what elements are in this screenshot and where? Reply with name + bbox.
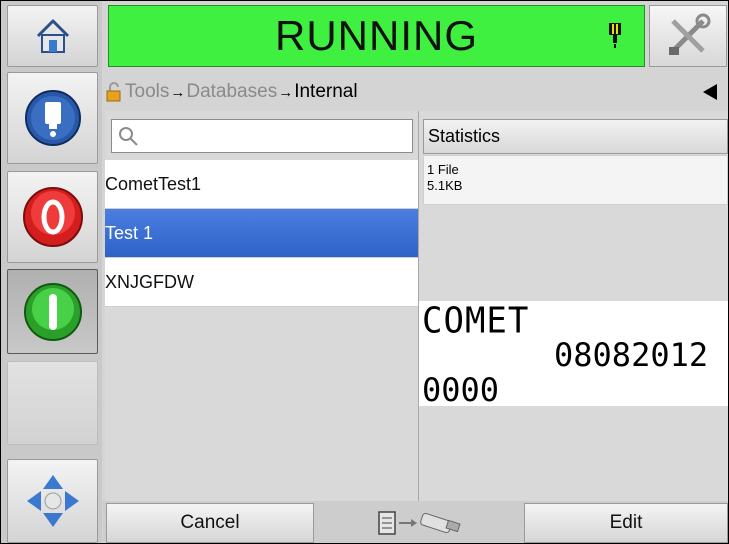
tools-button[interactable] — [649, 5, 727, 67]
lock-icon — [106, 82, 121, 102]
file-name: XNJGFDW — [105, 272, 194, 292]
database-to-usb-icon — [378, 511, 461, 535]
navigation-arrows-icon — [26, 475, 79, 527]
breadcrumb-separator: → — [170, 83, 186, 101]
file-list: CometTest1 Test 1 XNJGFDW — [105, 160, 418, 307]
tools-icon — [669, 13, 711, 55]
statistics-title: Statistics — [428, 126, 501, 146]
statistics-header: Statistics — [423, 119, 728, 154]
file-item-comettest1[interactable]: CometTest1 — [105, 160, 418, 209]
file-name: Test 1 — [105, 223, 154, 243]
search-input[interactable] — [111, 119, 413, 153]
edit-button[interactable]: Edit — [524, 503, 728, 543]
preview-line-1: COMET — [422, 300, 530, 342]
start-icon — [23, 282, 82, 341]
left-sidebar — [1, 1, 102, 543]
stop-icon — [22, 187, 83, 247]
breadcrumb-tools[interactable]: Tools — [125, 81, 169, 103]
cancel-button[interactable]: Cancel — [106, 503, 314, 543]
breadcrumb: Tools → Databases → Internal — [105, 77, 725, 107]
transfer-button[interactable] — [316, 503, 524, 543]
status-bar[interactable]: RUNNING — [108, 5, 645, 67]
statistics-panel: Statistics 1 File 5.1KB COMET 08082012 0… — [419, 111, 728, 501]
breadcrumb-internal: Internal — [294, 81, 358, 102]
breadcrumb-separator: → — [278, 83, 294, 101]
file-count: 1 File — [427, 162, 459, 177]
file-size: 5.1KB — [427, 178, 463, 193]
printhead-status-icon — [609, 23, 621, 48]
cancel-label: Cancel — [180, 512, 240, 533]
empty-slot — [7, 361, 98, 445]
message-preview: COMET 08082012 0000 — [419, 300, 728, 409]
ink-bottle-icon — [24, 90, 81, 146]
back-arrow-icon[interactable] — [703, 84, 717, 100]
file-name: CometTest1 — [105, 174, 202, 194]
statistics-body: 1 File 5.1KB — [423, 155, 728, 205]
file-item-test-1[interactable]: Test 1 — [105, 209, 418, 258]
start-button[interactable] — [7, 269, 98, 354]
stop-button[interactable] — [7, 171, 98, 263]
navigation-button[interactable] — [7, 459, 98, 543]
bottom-toolbar: Cancel Edit — [103, 501, 728, 543]
status-text: RUNNING — [275, 12, 478, 59]
preview-line-2: 08082012 — [554, 336, 709, 374]
file-list-panel: CometTest1 Test 1 XNJGFDW — [105, 111, 419, 501]
ink-button[interactable] — [7, 72, 98, 164]
file-item-xnjgfdw[interactable]: XNJGFDW — [105, 258, 418, 307]
home-button[interactable] — [7, 5, 98, 67]
printer-ui: RUNNING Tools → Databases → Internal Com… — [0, 0, 729, 544]
edit-label: Edit — [609, 512, 643, 533]
search-icon — [119, 127, 138, 146]
preview-line-3: 0000 — [422, 371, 500, 409]
breadcrumb-databases[interactable]: Databases — [186, 81, 277, 103]
home-icon — [36, 19, 69, 53]
